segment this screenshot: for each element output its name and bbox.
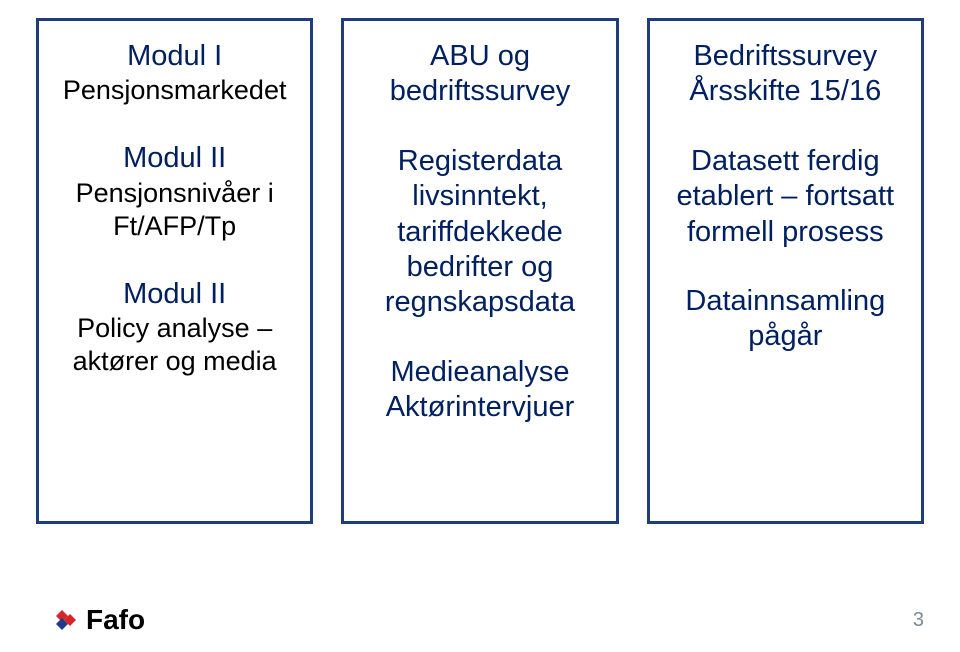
slide-footer: Fafo 3 xyxy=(48,604,924,636)
block: Modul II Pensjonsnivåer i Ft/AFP/Tp xyxy=(53,141,296,242)
block-sub: Pensjonsmarkedet xyxy=(53,74,296,107)
fafo-logo-text: Fafo xyxy=(86,604,145,636)
block-sub: Policy analyse – aktører og media xyxy=(53,312,296,378)
block: Bedriftssurvey Årsskifte 15/16 xyxy=(664,39,907,110)
block-title: Datainnsamling pågår xyxy=(664,284,907,355)
block-title: Datasett ferdig etablert – fortsatt form… xyxy=(664,144,907,250)
block-title: Modul II xyxy=(53,141,296,176)
block: Modul II Policy analyse – aktører og med… xyxy=(53,277,296,378)
page-number: 3 xyxy=(913,609,924,632)
block: Modul I Pensjonsmarkedet xyxy=(53,39,296,107)
block: Medieanalyse Aktørintervjuer xyxy=(358,355,601,426)
fafo-logo: Fafo xyxy=(48,604,145,636)
column-3: Bedriftssurvey Årsskifte 15/16 Datasett … xyxy=(647,18,924,524)
block-title: Modul II xyxy=(53,277,296,312)
block-title: Bedriftssurvey Årsskifte 15/16 xyxy=(664,39,907,110)
block-title: Registerdata livsinntekt, tariffdekkede … xyxy=(358,144,601,321)
fafo-logo-mark xyxy=(48,604,80,636)
block: Datainnsamling pågår xyxy=(664,284,907,355)
block: Datasett ferdig etablert – fortsatt form… xyxy=(664,144,907,250)
block: ABU og bedriftssurvey xyxy=(358,39,601,110)
column-1: Modul I Pensjonsmarkedet Modul II Pensjo… xyxy=(36,18,313,524)
block-title: Modul I xyxy=(53,39,296,74)
columns-container: Modul I Pensjonsmarkedet Modul II Pensjo… xyxy=(0,0,960,524)
block: Registerdata livsinntekt, tariffdekkede … xyxy=(358,144,601,321)
block-title: ABU og bedriftssurvey xyxy=(358,39,601,110)
block-sub: Pensjonsnivåer i Ft/AFP/Tp xyxy=(53,177,296,243)
column-2: ABU og bedriftssurvey Registerdata livsi… xyxy=(341,18,618,524)
block-title: Medieanalyse Aktørintervjuer xyxy=(358,355,601,426)
